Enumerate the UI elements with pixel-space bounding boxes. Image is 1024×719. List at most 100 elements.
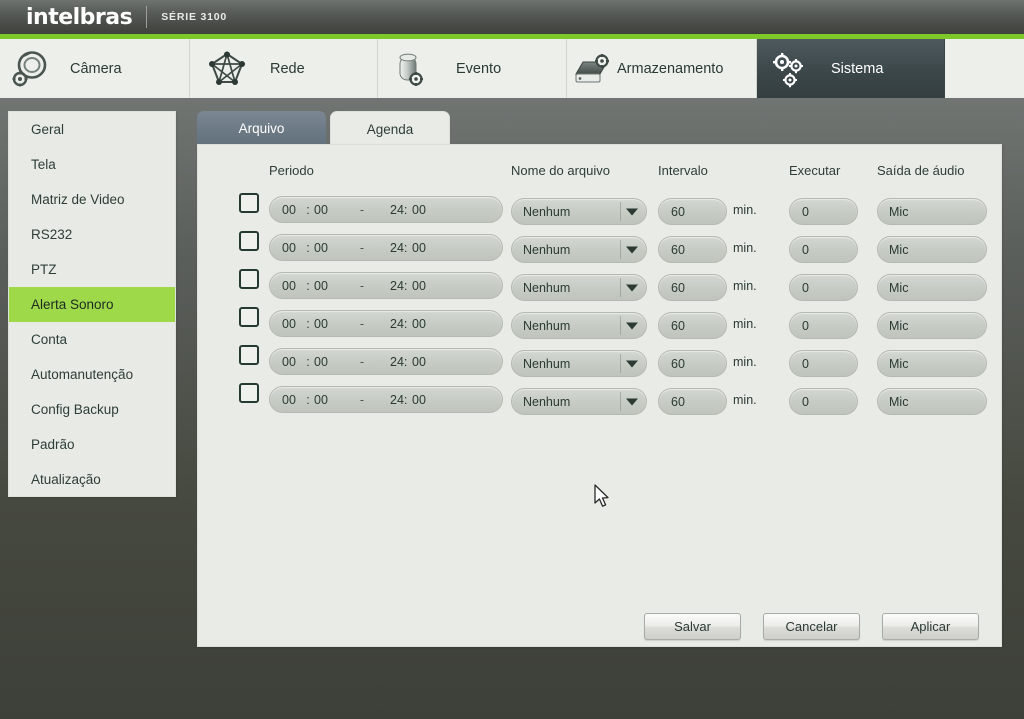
end-hour: 24: (390, 354, 408, 369)
tab-arquivo[interactable]: Arquivo (197, 111, 326, 145)
interval-unit-label: min. (733, 279, 757, 293)
sidebar-label: Geral (31, 122, 65, 137)
execute-input[interactable]: 0 (789, 388, 858, 415)
interval-unit-label: min. (733, 203, 757, 217)
column-header-executar: Executar (789, 163, 841, 178)
period-field[interactable]: 00 : 00 - 24: 00 (269, 310, 503, 337)
interval-value: 60 (671, 280, 685, 295)
apply-button-label: Aplicar (910, 619, 951, 634)
nav-label-evento: Evento (456, 60, 502, 77)
execute-value: 0 (802, 242, 809, 257)
nav-label-armazenamento: Armazenamento (617, 60, 724, 77)
sidebar-item-rs232[interactable]: RS232 (9, 217, 175, 252)
brand-logo: intelbras (26, 4, 133, 30)
start-hour: 00 (282, 240, 296, 255)
sidebar-item-atualizacao[interactable]: Atualização (9, 462, 175, 497)
end-hour: 24: (390, 240, 408, 255)
range-dash: - (359, 278, 365, 293)
column-header-nome: Nome do arquivo (511, 163, 610, 178)
interval-value: 60 (671, 356, 685, 371)
row-enable-checkbox[interactable] (239, 231, 259, 251)
sidebar-item-padrao[interactable]: Padrão (9, 427, 175, 462)
nav-item-camera[interactable]: Câmera (0, 39, 190, 98)
nav-filler (945, 39, 1024, 98)
end-minute: 00 (412, 354, 426, 369)
sidebar-item-automanutencao[interactable]: Automanutenção (9, 357, 175, 392)
period-field[interactable]: 00 : 00 - 24: 00 (269, 234, 503, 261)
interval-unit-label: min. (733, 393, 757, 407)
sidebar-item-geral[interactable]: Geral (9, 112, 175, 147)
audio-output-value: Mic (889, 280, 909, 295)
column-header-intervalo: Intervalo (658, 163, 708, 178)
time-colon: : (306, 202, 310, 217)
interval-unit-label: min. (733, 241, 757, 255)
file-select[interactable]: Nenhum (511, 388, 647, 415)
period-field[interactable]: 00 : 00 - 24: 00 (269, 348, 503, 375)
nav-item-sistema[interactable]: Sistema (757, 39, 945, 98)
column-header-periodo: Periodo (269, 163, 314, 178)
apply-button[interactable]: Aplicar (882, 613, 979, 640)
tab-label-agenda: Agenda (366, 121, 414, 137)
sidebar-label: Atualização (31, 472, 101, 487)
execute-value: 0 (802, 394, 809, 409)
sidebar-label: Automanutenção (31, 367, 134, 382)
end-hour: 24: (390, 202, 408, 217)
nav-item-rede[interactable]: Rede (190, 39, 378, 98)
period-field[interactable]: 00 : 00 - 24: 00 (269, 196, 503, 223)
start-minute: 00 (314, 354, 328, 369)
row-enable-checkbox[interactable] (239, 307, 259, 327)
chevron-down-icon (626, 246, 638, 253)
select-divider (620, 316, 621, 335)
sidebar-label: RS232 (31, 227, 73, 242)
table-row: 00 : 00 - 24: 00 Nenhum 60 min. 0 Mic (198, 183, 1003, 225)
audio-output-value: Mic (889, 242, 909, 257)
row-enable-checkbox[interactable] (239, 345, 259, 365)
sidebar-item-config-backup[interactable]: Config Backup (9, 392, 175, 427)
sidebar-item-matriz-de-video[interactable]: Matriz de Video (9, 182, 175, 217)
interval-value: 60 (671, 318, 685, 333)
network-icon (190, 50, 264, 88)
end-minute: 00 (412, 202, 426, 217)
sidebar-item-alerta-sonoro[interactable]: Alerta Sonoro (9, 287, 175, 322)
period-field[interactable]: 00 : 00 - 24: 00 (269, 272, 503, 299)
period-field[interactable]: 00 : 00 - 24: 00 (269, 386, 503, 413)
save-button[interactable]: Salvar (644, 613, 741, 640)
table-row: 00 : 00 - 24: 00 Nenhum 60 min. 0 Mic (198, 297, 1003, 339)
start-hour: 00 (282, 278, 296, 293)
start-hour: 00 (282, 392, 296, 407)
select-divider (620, 202, 621, 221)
chevron-down-icon (626, 284, 638, 291)
nav-label-camera: Câmera (70, 60, 122, 77)
sidebar-label: Matriz de Video (31, 192, 125, 207)
start-minute: 00 (314, 202, 328, 217)
main-nav: Câmera Rede Evento Armazenamento Sistema (0, 39, 1024, 98)
select-divider (620, 240, 621, 259)
nav-item-armazenamento[interactable]: Armazenamento (567, 39, 757, 98)
camera-gear-icon (0, 49, 62, 89)
range-dash: - (359, 354, 365, 369)
sidebar-item-ptz[interactable]: PTZ (9, 252, 175, 287)
start-minute: 00 (314, 316, 328, 331)
nav-item-evento[interactable]: Evento (378, 39, 567, 98)
interval-input[interactable]: 60 (658, 388, 727, 415)
row-enable-checkbox[interactable] (239, 193, 259, 213)
row-enable-checkbox[interactable] (239, 269, 259, 289)
row-enable-checkbox[interactable] (239, 383, 259, 403)
sidebar-label: Conta (31, 332, 68, 347)
sidebar-item-tela[interactable]: Tela (9, 147, 175, 182)
hdd-gear-icon (567, 50, 617, 88)
start-hour: 00 (282, 202, 296, 217)
interval-value: 60 (671, 204, 685, 219)
tab-agenda[interactable]: Agenda (330, 111, 450, 146)
file-select-value: Nenhum (523, 280, 571, 295)
time-colon: : (306, 392, 310, 407)
sidebar-item-conta[interactable]: Conta (9, 322, 175, 357)
cancel-button[interactable]: Cancelar (763, 613, 860, 640)
column-header-saida: Saída de áudio (877, 163, 965, 178)
interval-unit-label: min. (733, 355, 757, 369)
audio-output-select[interactable]: Mic (877, 388, 987, 415)
time-colon: : (306, 354, 310, 369)
execute-value: 0 (802, 356, 809, 371)
sidebar-label: Alerta Sonoro (31, 297, 114, 312)
execute-value: 0 (802, 318, 809, 333)
